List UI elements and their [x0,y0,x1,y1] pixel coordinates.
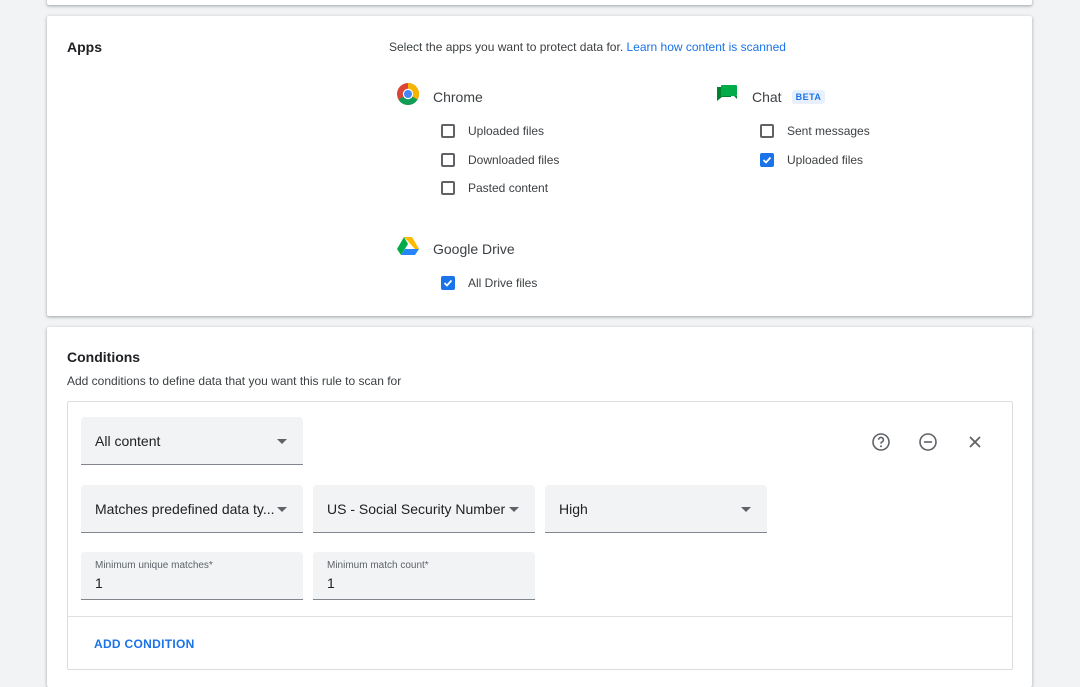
checkbox-checked[interactable] [760,153,774,167]
dropdown-arrow-icon [509,507,519,512]
beta-badge: BETA [791,89,826,104]
conditions-title: Conditions [67,349,141,365]
checkmark-icon [443,279,453,287]
drive-label: Google Drive [433,240,515,257]
likelihood-dropdown[interactable]: High [545,485,767,533]
condition-group: All content Matches predefined data ty..… [67,401,1013,670]
option-label: Sent messages [787,124,870,138]
chat-uploaded-files-option[interactable]: Uploaded files [760,153,863,167]
help-icon[interactable] [869,430,893,454]
option-label: All Drive files [468,276,538,290]
google-drive-icon [396,234,420,263]
min-unique-matches-field[interactable]: Minimum unique matches* 1 [81,552,303,600]
chrome-icon [396,82,420,111]
apps-title: Apps [67,39,102,55]
dropdown-value: High [559,501,588,517]
field-value: 1 [95,575,103,591]
dropdown-arrow-icon [741,507,751,512]
drive-app-header: Google Drive [396,234,515,263]
checkbox[interactable] [441,124,455,138]
checkbox[interactable] [760,124,774,138]
remove-circle-icon[interactable] [916,430,940,454]
dropdown-value: All content [95,433,161,449]
apps-section: Apps Select the apps you want to protect… [47,16,1032,316]
checkbox[interactable] [441,153,455,167]
apps-description-text: Select the apps you want to protect data… [389,40,624,54]
learn-more-link[interactable]: Learn how content is scanned [627,40,786,54]
option-label: Uploaded files [468,124,545,138]
option-label: Uploaded files [787,153,864,167]
previous-section-card [47,0,1032,5]
apps-description: Select the apps you want to protect data… [389,40,786,54]
dropdown-arrow-icon [277,439,287,444]
checkmark-icon [762,156,772,164]
drive-all-files-option[interactable]: All Drive files [441,276,537,290]
field-label: Minimum match count* [327,560,429,571]
chrome-downloaded-files-option[interactable]: Downloaded files [441,153,559,167]
checkbox[interactable] [441,181,455,195]
dropdown-value: Matches predefined data ty... [95,501,275,517]
option-label: Downloaded files [468,153,560,167]
chat-sent-messages-option[interactable]: Sent messages [760,124,870,138]
match-type-dropdown[interactable]: Matches predefined data ty... [81,485,303,533]
chat-app-header: Chat BETA [715,82,826,111]
checkbox-checked[interactable] [441,276,455,290]
add-condition-button[interactable]: ADD CONDITION [94,637,195,651]
data-type-dropdown[interactable]: US - Social Security Number [313,485,535,533]
google-chat-icon [715,82,739,111]
divider [68,616,1012,617]
content-scope-dropdown[interactable]: All content [81,417,303,465]
chrome-app-header: Chrome [396,82,483,111]
chat-label: Chat [752,88,782,105]
field-value: 1 [327,575,335,591]
min-match-count-field[interactable]: Minimum match count* 1 [313,552,535,600]
dropdown-value: US - Social Security Number [327,501,506,517]
option-label: Pasted content [468,181,549,195]
conditions-section: Conditions Add conditions to define data… [47,327,1032,687]
chrome-uploaded-files-option[interactable]: Uploaded files [441,124,544,138]
field-label: Minimum unique matches* [95,560,213,571]
chrome-pasted-content-option[interactable]: Pasted content [441,181,548,195]
chrome-label: Chrome [433,88,483,105]
dropdown-arrow-icon [277,507,287,512]
conditions-description: Add conditions to define data that you w… [67,374,402,388]
close-icon[interactable] [963,430,987,454]
